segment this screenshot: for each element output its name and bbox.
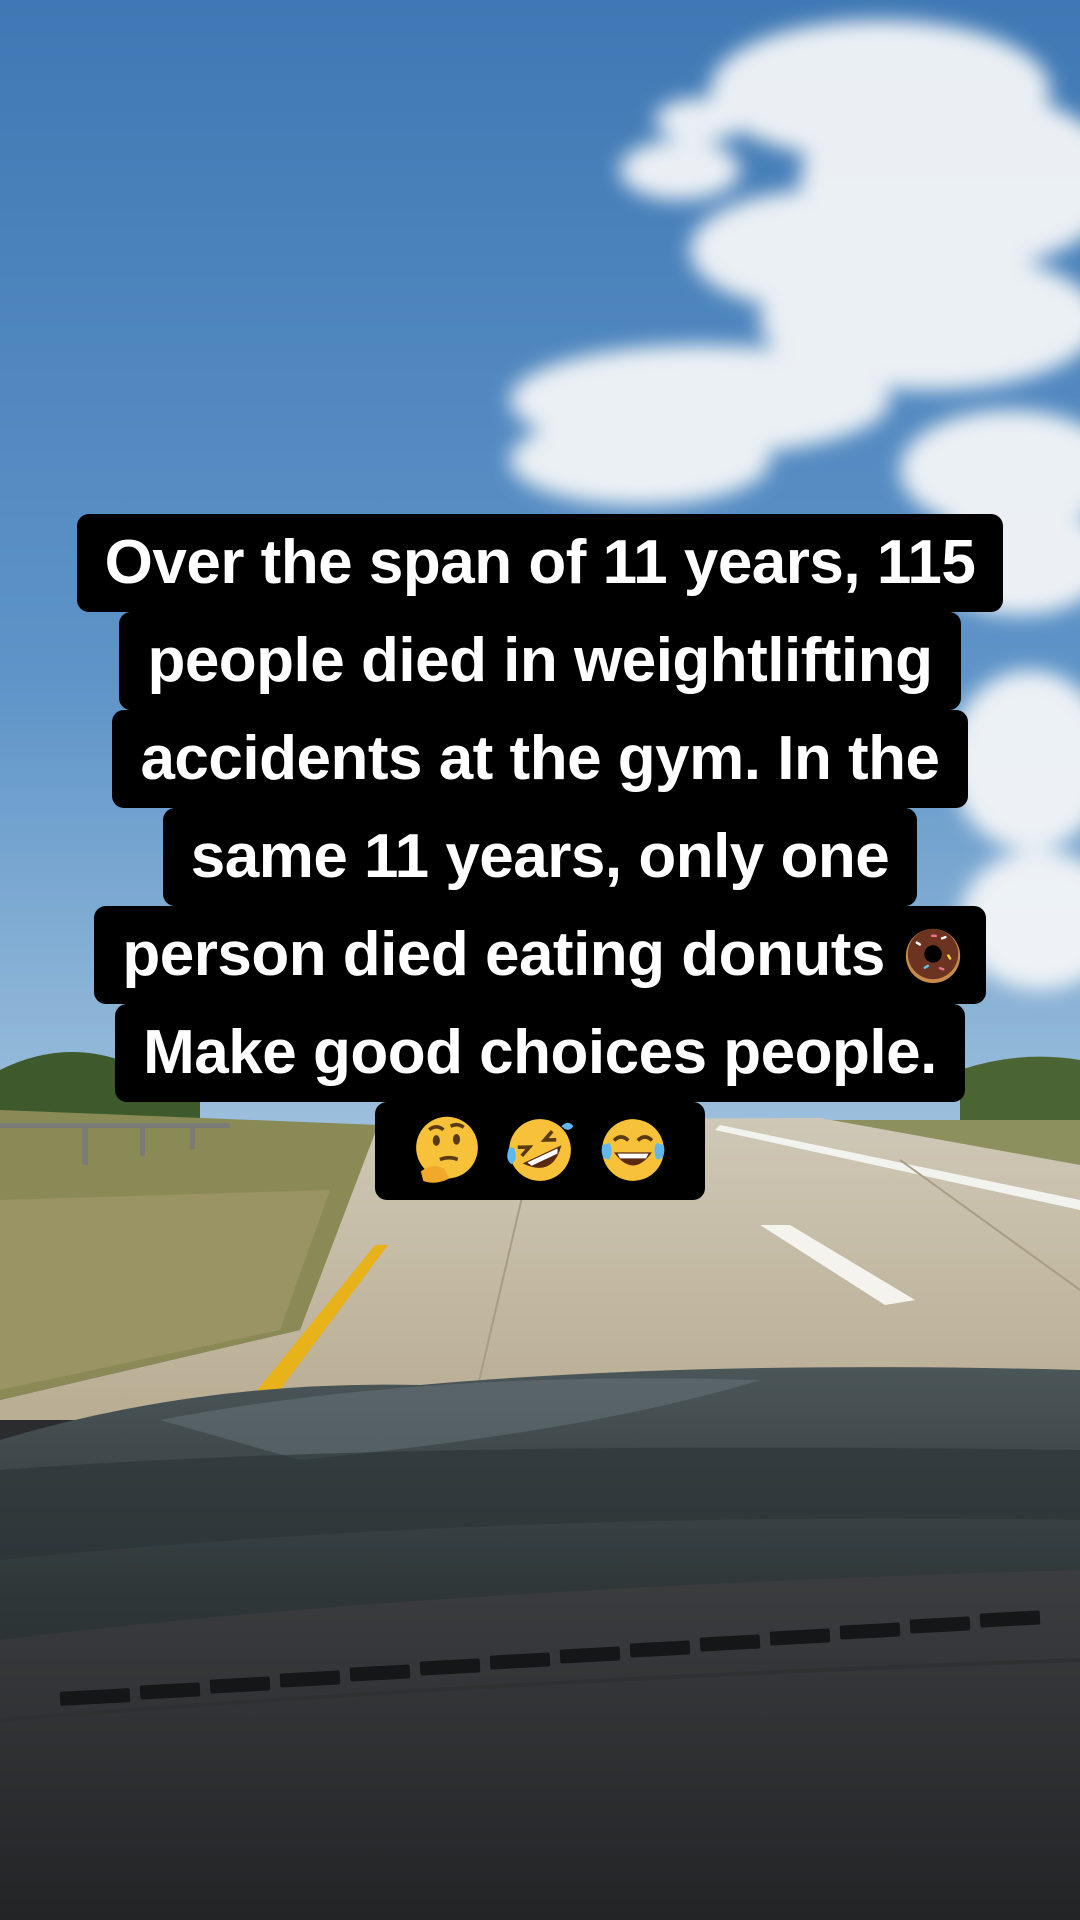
caption-line-4: same 11 years, only one [162, 808, 918, 906]
tears-of-joy-emoji [595, 1112, 671, 1188]
thinking-face-emoji [409, 1112, 485, 1188]
caption-overlay: Over the span of 11 years, 115 people di… [0, 514, 1080, 1200]
donut-emoji [902, 923, 964, 985]
caption-line-5-wrapper: person died eating donuts [94, 906, 986, 1004]
caption-emoji-line [375, 1102, 705, 1200]
rolling-on-floor-laughing-emoji [502, 1112, 578, 1188]
caption-line-1: Over the span of 11 years, 115 [76, 514, 1004, 612]
caption-line-5: person died eating donuts [122, 920, 885, 989]
caption-line-3: accidents at the gym. In the [112, 710, 968, 808]
caption-line-6: Make good choices people. [115, 1004, 965, 1102]
photo-scene: Over the span of 11 years, 115 people di… [0, 0, 1080, 1920]
caption-line-2: people died in weightlifting [119, 612, 961, 710]
